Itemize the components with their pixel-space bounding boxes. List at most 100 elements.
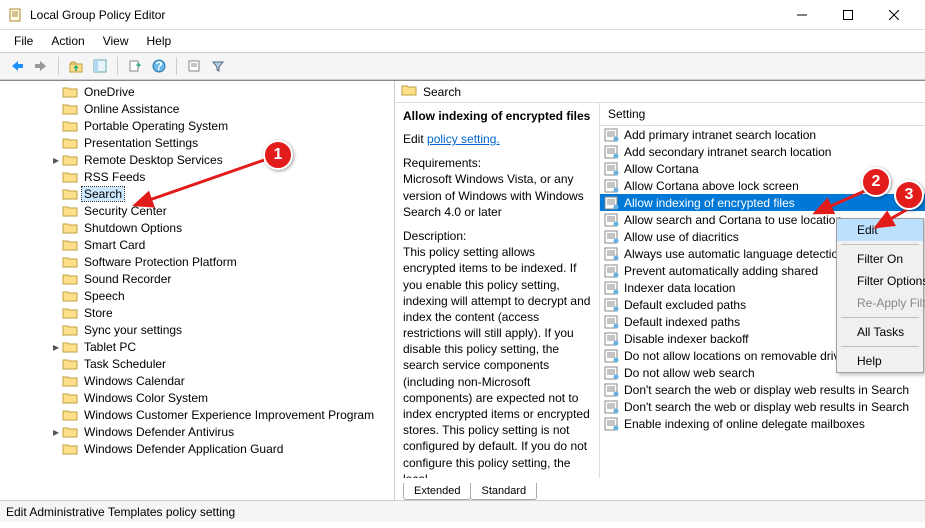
tree-item[interactable]: ▸Remote Desktop Services bbox=[0, 151, 394, 168]
tree-item-label: Windows Customer Experience Improvement … bbox=[82, 408, 376, 422]
tree-item[interactable]: Speech bbox=[0, 287, 394, 304]
tree-item[interactable]: Software Protection Platform bbox=[0, 253, 394, 270]
requirements-text: Microsoft Windows Vista, or any version … bbox=[403, 172, 584, 218]
setting-label: Allow search and Cortana to use location bbox=[624, 213, 842, 227]
tree-item[interactable]: Portable Operating System bbox=[0, 117, 394, 134]
context-menu-item[interactable]: Filter On bbox=[837, 248, 923, 270]
tree-item[interactable]: ▸Tablet PC bbox=[0, 338, 394, 355]
setting-item[interactable]: Enable indexing of online delegate mailb… bbox=[600, 415, 925, 432]
tree-item-label: Sync your settings bbox=[82, 323, 184, 337]
setting-item[interactable]: Don't search the web or display web resu… bbox=[600, 398, 925, 415]
tree-item[interactable]: Task Scheduler bbox=[0, 355, 394, 372]
help-button[interactable]: ? bbox=[148, 55, 170, 77]
tree-item[interactable]: Sync your settings bbox=[0, 321, 394, 338]
tree-item-label: Windows Calendar bbox=[82, 374, 187, 388]
maximize-button[interactable] bbox=[825, 0, 871, 30]
tree-item[interactable]: RSS Feeds bbox=[0, 168, 394, 185]
tree-item[interactable]: Store bbox=[0, 304, 394, 321]
tree-item[interactable]: Security Center bbox=[0, 202, 394, 219]
annotation-marker-1: 1 bbox=[263, 140, 293, 170]
folder-icon bbox=[62, 170, 78, 184]
menu-file[interactable]: File bbox=[6, 32, 41, 50]
setting-label: Allow Cortana bbox=[624, 162, 699, 176]
tree-item[interactable]: Windows Defender Application Guard bbox=[0, 440, 394, 457]
folder-icon bbox=[62, 408, 78, 422]
minimize-button[interactable] bbox=[779, 0, 825, 30]
forward-button[interactable] bbox=[30, 55, 52, 77]
filter-button[interactable] bbox=[207, 55, 229, 77]
tree-item[interactable]: Windows Customer Experience Improvement … bbox=[0, 406, 394, 423]
show-hide-tree-button[interactable] bbox=[89, 55, 111, 77]
folder-icon bbox=[62, 391, 78, 405]
chevron-right-icon[interactable]: ▸ bbox=[50, 153, 62, 167]
policy-icon bbox=[604, 196, 620, 210]
window-title: Local Group Policy Editor bbox=[30, 8, 779, 22]
folder-icon bbox=[62, 119, 78, 133]
close-button[interactable] bbox=[871, 0, 917, 30]
tree-item[interactable]: Smart Card bbox=[0, 236, 394, 253]
tree-item-label: Portable Operating System bbox=[82, 119, 230, 133]
context-menu-item[interactable]: Filter Options... bbox=[837, 270, 923, 292]
tree-item[interactable]: ▸Windows Defender Antivirus bbox=[0, 423, 394, 440]
properties-button[interactable] bbox=[183, 55, 205, 77]
menu-action[interactable]: Action bbox=[43, 32, 92, 50]
folder-icon bbox=[62, 357, 78, 371]
svg-text:?: ? bbox=[155, 59, 162, 73]
chevron-right-icon[interactable]: ▸ bbox=[50, 340, 62, 354]
tree-panel: OneDriveOnline Assistance Portable Operat… bbox=[0, 81, 395, 500]
chevron-right-icon[interactable]: ▸ bbox=[50, 425, 62, 439]
tree-item[interactable]: OneDrive bbox=[0, 83, 394, 100]
policy-icon bbox=[604, 417, 620, 431]
tree-view[interactable]: OneDriveOnline Assistance Portable Operat… bbox=[0, 81, 394, 500]
setting-label: Default excluded paths bbox=[624, 298, 746, 312]
menu-separator bbox=[841, 317, 919, 318]
tree-item-label: Task Scheduler bbox=[82, 357, 168, 371]
tab-standard[interactable]: Standard bbox=[470, 483, 537, 500]
tree-item[interactable]: Windows Color System bbox=[0, 389, 394, 406]
location-header: Search bbox=[395, 81, 925, 103]
up-button[interactable] bbox=[65, 55, 87, 77]
setting-item[interactable]: Add secondary intranet search location bbox=[600, 143, 925, 160]
folder-icon bbox=[62, 204, 78, 218]
policy-icon bbox=[604, 298, 620, 312]
tree-item[interactable]: Shutdown Options bbox=[0, 219, 394, 236]
context-menu-item[interactable]: Help bbox=[837, 350, 923, 372]
setting-item[interactable]: Don't search the web or display web resu… bbox=[600, 381, 925, 398]
setting-label: Prevent automatically adding shared bbox=[624, 264, 818, 278]
description-text: This policy setting allows encrypted ite… bbox=[403, 245, 590, 478]
tree-item-label: Store bbox=[82, 306, 115, 320]
folder-icon bbox=[62, 425, 78, 439]
policy-icon bbox=[604, 213, 620, 227]
tab-strip: Extended Standard bbox=[395, 478, 925, 500]
settings-header[interactable]: Setting bbox=[600, 103, 925, 126]
menu-bar: File Action View Help bbox=[0, 30, 925, 52]
tree-item[interactable]: Windows Calendar bbox=[0, 372, 394, 389]
setting-item[interactable]: Add primary intranet search location bbox=[600, 126, 925, 143]
tree-item[interactable]: Search bbox=[0, 185, 394, 202]
menu-view[interactable]: View bbox=[95, 32, 137, 50]
policy-icon bbox=[604, 315, 620, 329]
back-button[interactable] bbox=[6, 55, 28, 77]
setting-label: Allow use of diacritics bbox=[624, 230, 739, 244]
tree-item[interactable]: Sound Recorder bbox=[0, 270, 394, 287]
tree-item[interactable]: Online Assistance bbox=[0, 100, 394, 117]
setting-label: Don't search the web or display web resu… bbox=[624, 400, 909, 414]
folder-icon bbox=[401, 83, 417, 100]
context-menu-item[interactable]: All Tasks bbox=[837, 321, 923, 343]
tree-item[interactable]: Presentation Settings bbox=[0, 134, 394, 151]
context-menu-item[interactable]: Edit bbox=[837, 219, 923, 241]
edit-policy-link[interactable]: policy setting. bbox=[427, 132, 500, 146]
setting-label: Don't search the web or display web resu… bbox=[624, 383, 909, 397]
policy-icon bbox=[604, 383, 620, 397]
policy-icon bbox=[604, 349, 620, 363]
folder-icon bbox=[62, 153, 78, 167]
folder-icon bbox=[62, 102, 78, 116]
export-button[interactable] bbox=[124, 55, 146, 77]
setting-label: Indexer data location bbox=[624, 281, 735, 295]
context-menu-item: Re-Apply Filter bbox=[837, 292, 923, 314]
tree-item-label: RSS Feeds bbox=[82, 170, 147, 184]
menu-help[interactable]: Help bbox=[139, 32, 180, 50]
tab-extended[interactable]: Extended bbox=[403, 483, 471, 500]
policy-icon bbox=[604, 230, 620, 244]
policy-icon bbox=[604, 264, 620, 278]
